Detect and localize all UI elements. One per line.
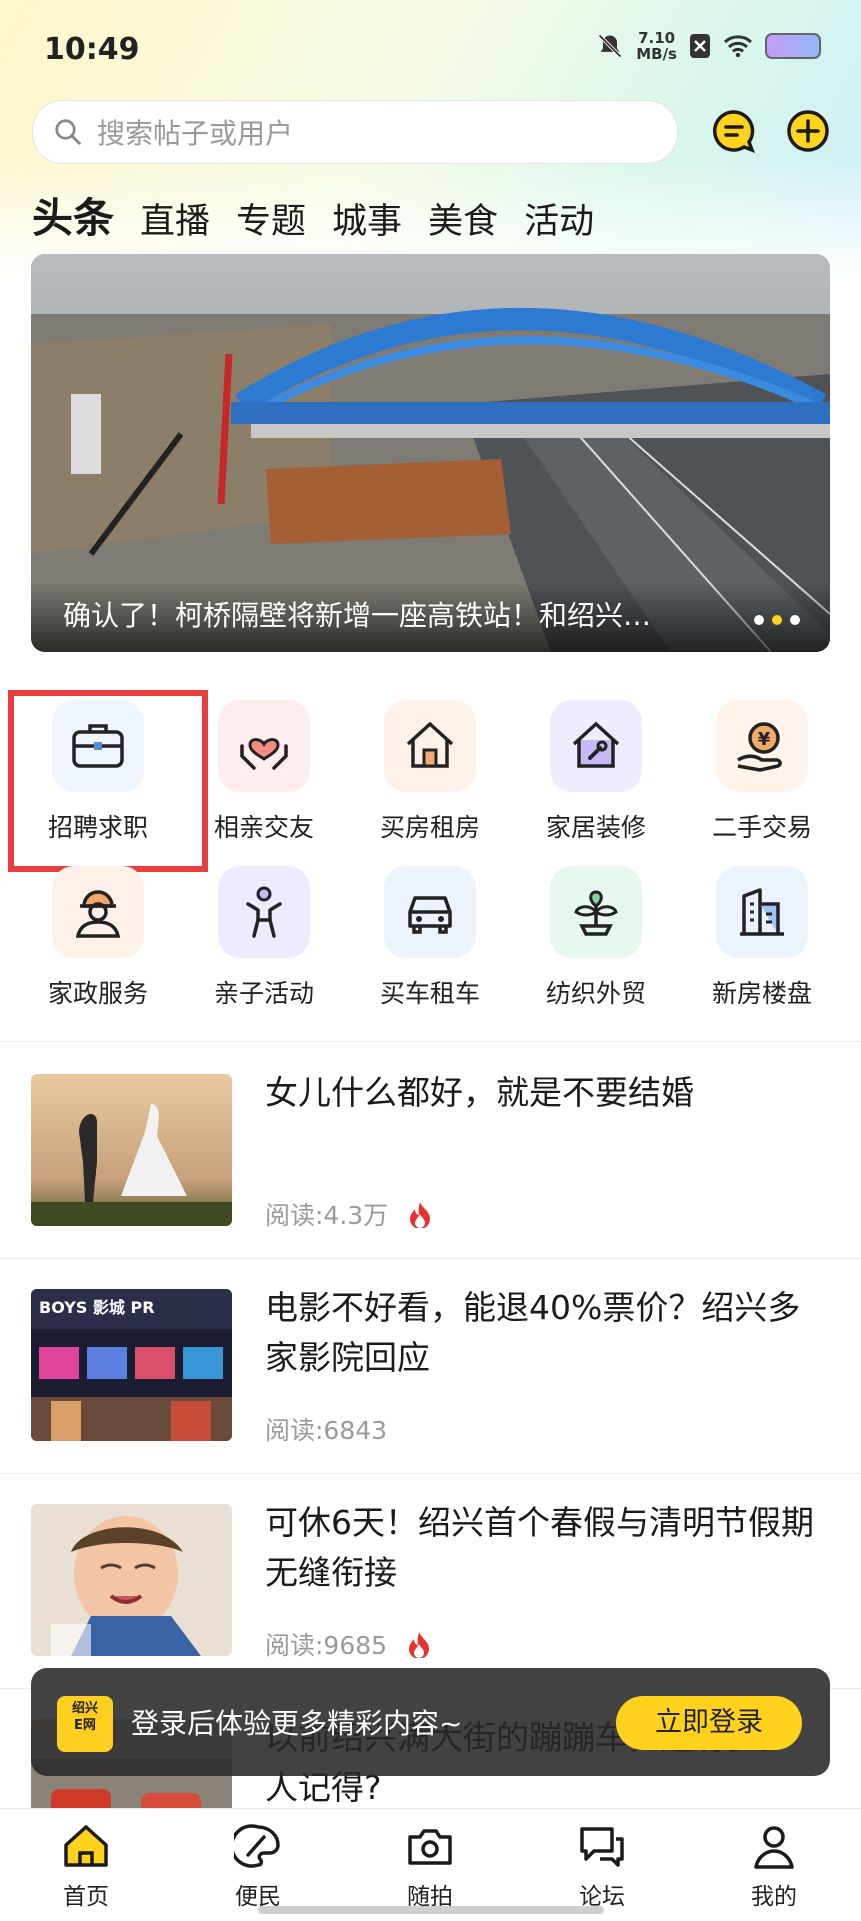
search-icon: [55, 119, 81, 145]
camera-icon: [408, 1829, 452, 1865]
feed-meta: 阅读:4.3万: [265, 1196, 432, 1232]
service-decoration[interactable]: 家居装修: [521, 700, 671, 844]
app-logo: 绍兴 E网: [57, 1696, 113, 1752]
read-count: 阅读:6843: [265, 1416, 388, 1445]
tab-live[interactable]: 直播: [140, 193, 210, 244]
category-tabs: 头条 直播 专题 城事 美食 活动: [32, 184, 594, 244]
sim-off-icon: [690, 34, 710, 58]
feed-item[interactable]: BOYS 影城 PR 电影不好看，能退40%票价？绍兴多家影院回应 阅读:684…: [0, 1259, 861, 1474]
service-parenting[interactable]: 亲子活动: [189, 866, 339, 1010]
plant-icon: [550, 866, 642, 958]
nav-home[interactable]: 首页: [31, 1823, 141, 1911]
network-speed: 7.10 MB/s: [636, 29, 677, 63]
service-textile[interactable]: 纺织外贸: [521, 866, 671, 1010]
service-housing[interactable]: 买房租房: [355, 700, 505, 844]
wifi-icon: [723, 35, 753, 58]
worker-helmet-icon: [52, 866, 144, 958]
home-indicator[interactable]: [258, 1906, 604, 1914]
bottom-nav: 首页 便民 随拍 论坛 我的: [0, 1808, 861, 1921]
feed-title: 女儿什么都好，就是不要结婚: [265, 1073, 694, 1112]
feed-meta: 阅读:6843: [265, 1411, 387, 1447]
briefcase-icon: [52, 700, 144, 792]
login-button[interactable]: 立即登录: [616, 1696, 802, 1750]
nav-forum[interactable]: 论坛: [547, 1823, 657, 1911]
tab-food[interactable]: 美食: [428, 193, 498, 244]
svg-text:BOYS 影城 PR: BOYS 影城 PR: [39, 1298, 155, 1317]
login-prompt-text: 登录后体验更多精彩内容~: [131, 1707, 463, 1740]
house-wrench-icon: [550, 700, 642, 792]
home-icon: [64, 1825, 108, 1867]
tab-topics[interactable]: 专题: [236, 193, 306, 244]
child-icon: [218, 866, 310, 958]
battery-icon: [765, 33, 821, 59]
carousel-dot: [790, 615, 800, 625]
tab-headlines[interactable]: 头条: [32, 184, 114, 244]
status-icons: 7.10 MB/s: [596, 30, 821, 62]
banner-carousel[interactable]: 确认了！柯桥隔壁将新增一座高铁站！和绍兴…: [31, 254, 830, 652]
car-icon: [384, 866, 476, 958]
svg-text:¥: ¥: [758, 729, 771, 750]
service-housekeeping[interactable]: 家政服务: [23, 866, 173, 1010]
service-dating[interactable]: 相亲交友: [189, 700, 339, 844]
read-count: 阅读:9685: [265, 1631, 388, 1660]
feed-thumbnail: [31, 1504, 232, 1656]
message-icon[interactable]: [711, 108, 757, 154]
user-icon: [754, 1826, 794, 1869]
fire-icon: [410, 1202, 431, 1228]
service-secondhand[interactable]: ¥ 二手交易: [687, 700, 837, 844]
add-post-icon[interactable]: [785, 108, 831, 154]
carousel-dots: [754, 615, 800, 625]
section-divider: [0, 1041, 861, 1042]
heart-hands-icon: [218, 700, 310, 792]
feed-thumbnail: [31, 1074, 232, 1226]
service-cars[interactable]: 买车租车: [355, 866, 505, 1010]
feed-title: 可休6天！绍兴首个春假与清明节假期无缝衔接: [265, 1503, 814, 1592]
service-recruitment[interactable]: 招聘求职: [23, 700, 173, 844]
house-icon: [384, 700, 476, 792]
carousel-dot-active: [772, 615, 782, 625]
feed-title: 电影不好看，能退40%票价？绍兴多家影院回应: [265, 1288, 801, 1377]
nav-snapshot[interactable]: 随拍: [375, 1823, 485, 1911]
feed-meta: 阅读:9685: [265, 1626, 431, 1662]
banner-caption: 确认了！柯桥隔壁将新增一座高铁站！和绍兴…: [63, 599, 652, 632]
building-icon: [716, 866, 808, 958]
feed-item[interactable]: 女儿什么都好，就是不要结婚 阅读:4.3万: [0, 1044, 861, 1259]
carousel-dot: [754, 615, 764, 625]
read-count: 阅读:4.3万: [265, 1201, 389, 1230]
status-time: 10:49: [44, 32, 140, 67]
tab-city[interactable]: 城事: [332, 193, 402, 244]
search-placeholder: 搜索帖子或用户: [97, 117, 294, 150]
status-bar: 10:49 7.10 MB/s: [0, 0, 861, 100]
chat-bubbles-icon: [580, 1827, 624, 1867]
nav-services[interactable]: 便民: [203, 1823, 313, 1911]
tab-events[interactable]: 活动: [524, 193, 594, 244]
nav-profile[interactable]: 我的: [719, 1823, 829, 1911]
mute-bell-icon: [598, 34, 622, 58]
service-new-homes[interactable]: 新房楼盘: [687, 866, 837, 1010]
yen-coin-hand-icon: ¥: [716, 700, 808, 792]
search-input[interactable]: 搜索帖子或用户: [32, 100, 678, 164]
feed-thumbnail: BOYS 影城 PR: [31, 1289, 232, 1441]
palette-icon: [230, 1824, 280, 1868]
fire-icon: [409, 1632, 430, 1658]
feed-item[interactable]: 可休6天！绍兴首个春假与清明节假期无缝衔接 阅读:9685: [0, 1474, 861, 1689]
login-prompt-toast: 绍兴 E网 登录后体验更多精彩内容~ 立即登录: [31, 1668, 830, 1776]
